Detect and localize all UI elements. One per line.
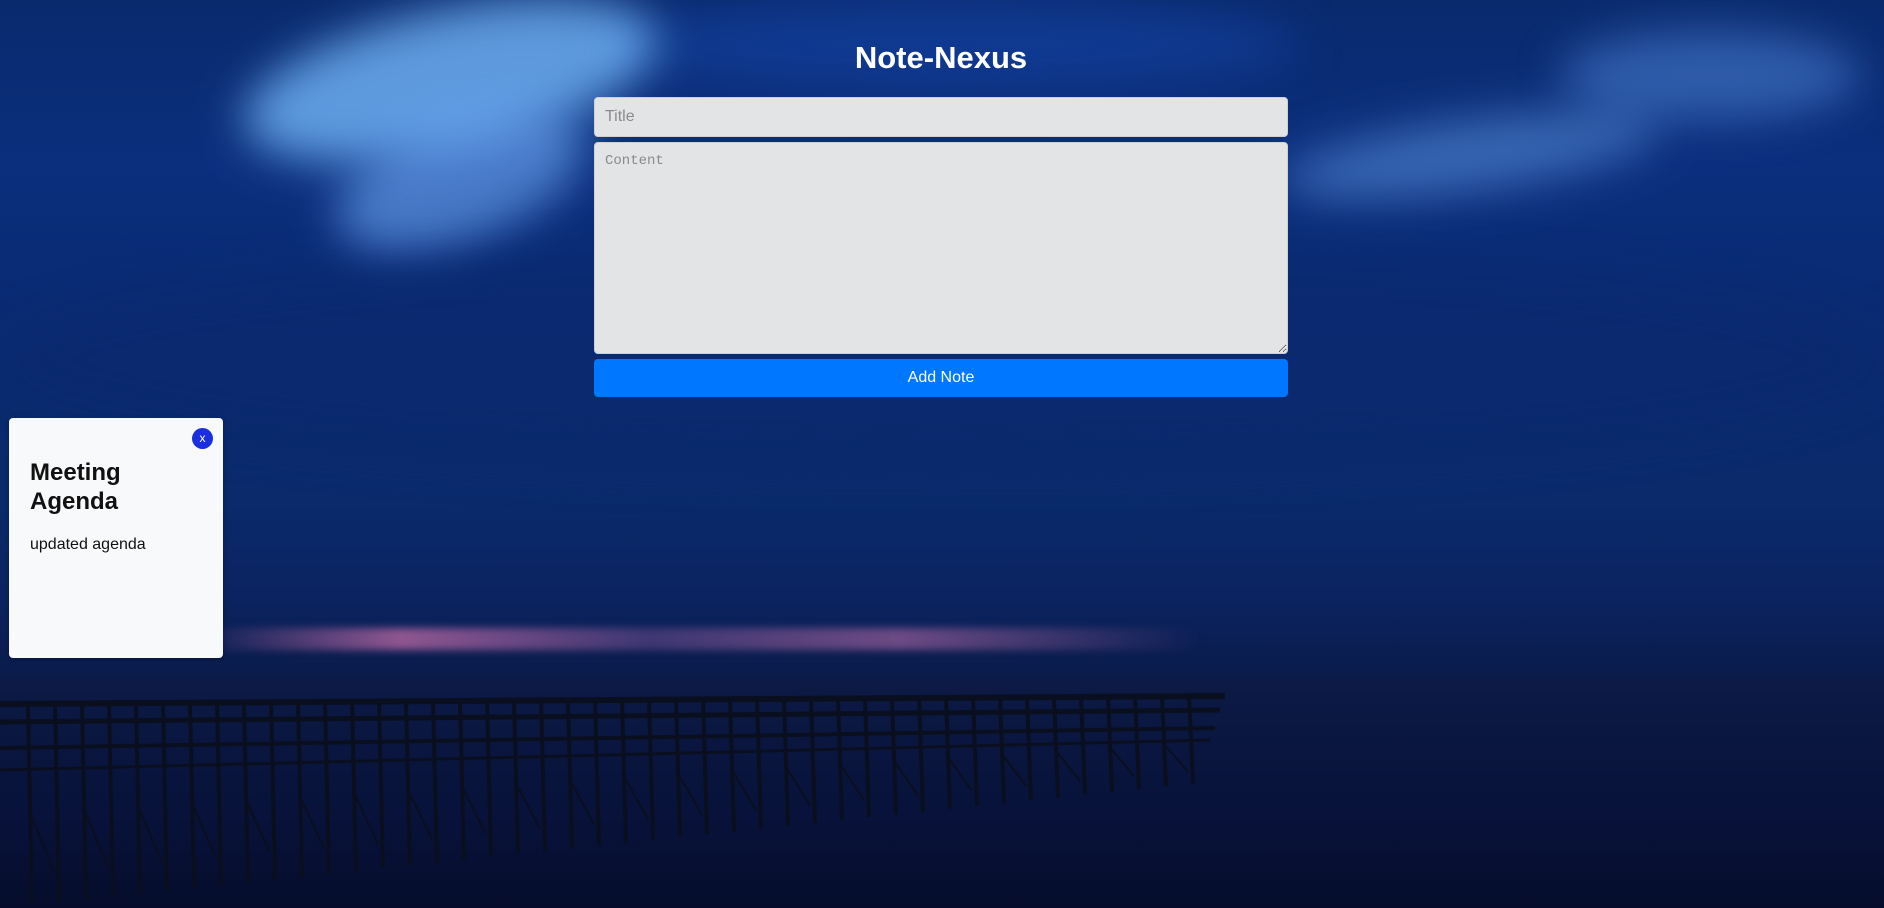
pier-post	[215, 702, 223, 886]
pier-post	[242, 702, 250, 883]
pier-post	[161, 702, 169, 891]
pier-post	[350, 701, 358, 872]
pier-post	[836, 698, 844, 821]
pier-post	[809, 698, 817, 824]
pier-post	[512, 700, 520, 855]
pier-post	[53, 703, 61, 903]
pier-post	[620, 699, 628, 843]
pier-post	[458, 700, 466, 860]
app-title: Note-Nexus	[854, 40, 1028, 75]
note-card: x Meeting Agenda updated agenda	[9, 418, 223, 658]
pier-post	[107, 703, 115, 897]
pier-post	[188, 702, 196, 889]
pier-post	[539, 700, 547, 852]
cloud	[1560, 30, 1860, 120]
pier-post	[296, 702, 304, 877]
pier-post	[782, 698, 790, 826]
pier-post	[701, 699, 709, 835]
pier-post	[485, 700, 493, 857]
add-note-button[interactable]: Add Note	[594, 359, 1288, 397]
title-input[interactable]	[594, 97, 1288, 137]
delete-note-button[interactable]: x	[192, 428, 213, 449]
note-app: Note-Nexus Add Note	[594, 0, 1288, 397]
pier-post	[593, 700, 601, 846]
cloud	[1276, 93, 1664, 217]
pier-post	[80, 703, 88, 900]
pier-post	[431, 701, 439, 863]
pier-post	[134, 703, 142, 894]
pier-silhouette	[0, 693, 1226, 906]
note-title: Meeting Agenda	[30, 459, 121, 515]
pier-post	[323, 701, 331, 874]
pier-post	[755, 698, 763, 829]
pier-post	[269, 702, 277, 880]
content-textarea[interactable]	[594, 142, 1288, 354]
pier-post	[728, 699, 736, 832]
pier-post	[863, 698, 871, 818]
horizon-glow	[200, 628, 1200, 650]
pier-post	[377, 701, 385, 869]
pier-post	[674, 699, 682, 838]
note-content: updated agenda	[30, 536, 146, 553]
pier-post	[404, 701, 412, 866]
pier-post	[647, 699, 655, 841]
pier-post	[566, 700, 574, 849]
pier-post	[26, 703, 34, 906]
